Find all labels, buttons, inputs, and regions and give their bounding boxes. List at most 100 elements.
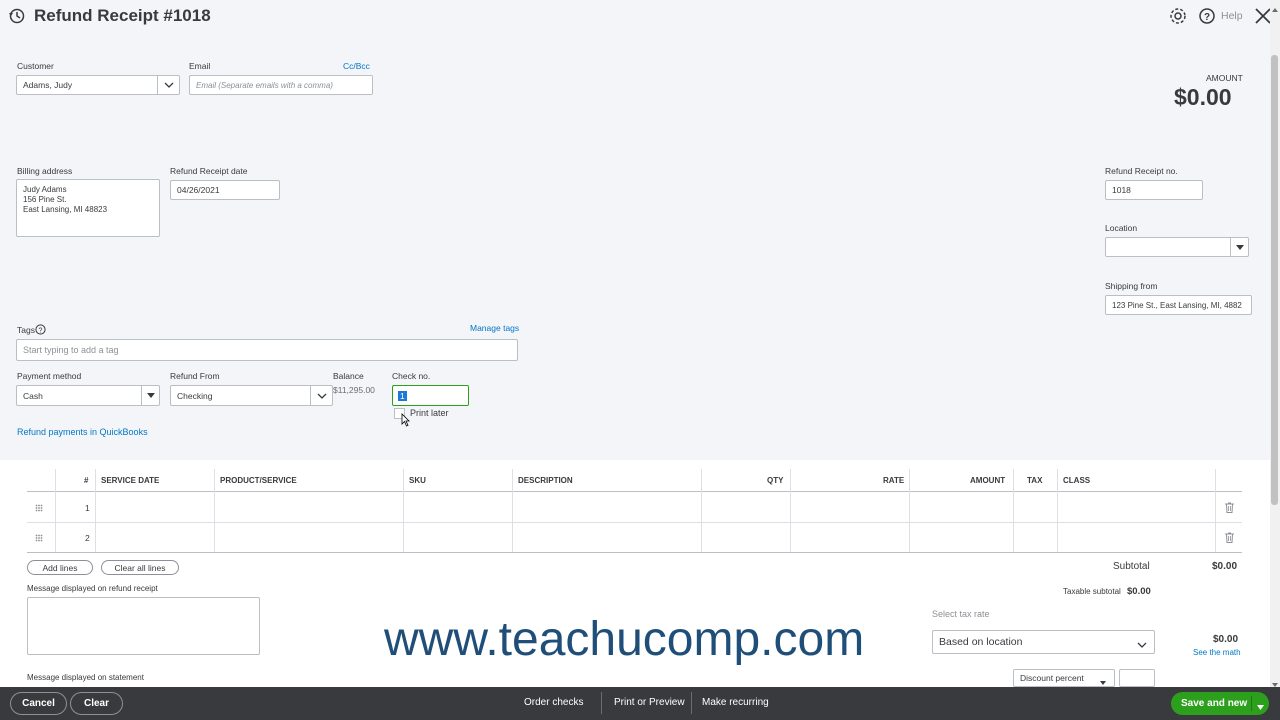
ccbcc-link[interactable]: Cc/Bcc	[343, 61, 370, 71]
save-options-divider	[1251, 696, 1252, 711]
refund-from-select[interactable]: Checking	[170, 385, 333, 406]
caret-down-icon[interactable]	[1100, 677, 1106, 687]
drag-handle-icon[interactable]	[35, 533, 43, 542]
receipt-no-value: 1018	[1112, 185, 1131, 195]
col-divider	[214, 469, 215, 552]
gear-icon[interactable]	[1169, 7, 1187, 25]
check-no-label: Check no.	[392, 371, 431, 381]
drag-handle-icon[interactable]	[35, 503, 43, 512]
save-and-new-label: Save and new	[1181, 698, 1248, 709]
statement-message-label: Message displayed on statement	[27, 673, 144, 682]
tags-label: Tags	[17, 325, 35, 335]
scroll-up-icon[interactable]	[1272, 3, 1278, 12]
payment-method-select[interactable]: Cash	[16, 385, 160, 406]
billing-label: Billing address	[17, 166, 73, 176]
location-label: Location	[1105, 223, 1138, 233]
scrollbar-thumb[interactable]	[1271, 55, 1278, 505]
scroll-down-icon[interactable]	[1272, 678, 1278, 687]
customer-select[interactable]: Adams, Judy	[16, 75, 180, 95]
billing-address-field[interactable]: Judy Adams 156 Pine St. East Lansing, MI…	[16, 179, 160, 237]
svg-text:?: ?	[1204, 12, 1210, 23]
receipt-no-label: Refund Receipt no.	[1105, 166, 1178, 176]
table-top-border	[27, 491, 1242, 492]
col-header-service-date: SERVICE DATE	[101, 476, 160, 485]
print-preview-link[interactable]: Print or Preview	[614, 697, 685, 708]
col-header-qty: QTY	[767, 476, 784, 485]
footer-divider	[691, 692, 692, 714]
receipt-message-label: Message displayed on refund receipt	[27, 584, 158, 593]
col-divider	[512, 469, 513, 552]
shipping-from-value: 123 Pine St., East Lansing, MI, 4882	[1112, 300, 1242, 310]
clear-button[interactable]: Clear	[70, 692, 123, 715]
receipt-date-field[interactable]: 04/26/2021	[170, 180, 280, 200]
check-no-field[interactable]: 1	[392, 385, 469, 406]
watermark-text: www.teachucomp.com	[384, 613, 865, 666]
clear-lines-button[interactable]: Clear all lines	[101, 560, 179, 575]
discount-type-value: Discount percent	[1020, 673, 1084, 683]
billing-line-1: Judy Adams	[23, 185, 67, 194]
receipt-message-field[interactable]	[27, 597, 260, 655]
tax-rate-select[interactable]: Based on location	[932, 630, 1155, 654]
help-icon[interactable]: ?	[1198, 7, 1216, 25]
receipt-date-value: 04/26/2021	[177, 185, 220, 195]
receipt-date-label: Refund Receipt date	[170, 166, 248, 176]
discount-value-field[interactable]	[1119, 669, 1155, 687]
subtotal-label: Subtotal	[1113, 561, 1150, 572]
caret-down-icon[interactable]	[1230, 238, 1248, 256]
balance-value: $11,295.00	[333, 385, 375, 395]
history-icon[interactable]	[8, 7, 26, 25]
help-label[interactable]: Help	[1221, 10, 1243, 22]
amount-value: $0.00	[1174, 84, 1232, 110]
add-lines-button[interactable]: Add lines	[27, 560, 93, 575]
col-divider	[1215, 469, 1216, 552]
row-number: 1	[85, 503, 90, 513]
see-math-link[interactable]: See the math	[1193, 648, 1241, 657]
chevron-down-icon[interactable]	[310, 386, 332, 405]
tags-help-icon[interactable]: ?	[35, 324, 46, 335]
billing-line-3: East Lansing, MI 48823	[23, 205, 108, 214]
col-header-description: DESCRIPTION	[518, 476, 573, 485]
shipping-from-label: Shipping from	[1105, 281, 1158, 291]
payment-method-value: Cash	[23, 390, 43, 401]
discount-type-select[interactable]: Discount percent	[1013, 669, 1115, 687]
table-row-border	[27, 522, 1242, 523]
tax-rate-label: Select tax rate	[932, 609, 990, 619]
refund-from-value: Checking	[177, 390, 213, 401]
location-select[interactable]	[1105, 237, 1249, 257]
amount-label: AMOUNT	[1206, 73, 1243, 83]
chevron-down-icon[interactable]	[1137, 639, 1147, 651]
col-divider	[403, 469, 404, 552]
cancel-button[interactable]: Cancel	[10, 692, 67, 715]
caret-down-icon[interactable]	[141, 386, 159, 405]
email-field[interactable]: Email (Separate emails with a comma)	[189, 75, 373, 95]
tags-placeholder: Start typing to add a tag	[23, 345, 119, 355]
col-header-rate: RATE	[883, 476, 905, 485]
customer-value: Adams, Judy	[23, 80, 73, 90]
trash-icon[interactable]	[1225, 502, 1234, 513]
order-checks-link[interactable]: Order checks	[524, 697, 583, 708]
col-header-num: #	[84, 476, 89, 485]
refund-payments-link[interactable]: Refund payments in QuickBooks	[17, 427, 148, 437]
shipping-from-field[interactable]: 123 Pine St., East Lansing, MI, 4882	[1105, 295, 1252, 315]
caret-down-icon[interactable]	[1257, 701, 1264, 713]
col-divider	[909, 469, 910, 552]
tags-input[interactable]: Start typing to add a tag	[16, 339, 518, 361]
save-and-new-button[interactable]: Save and new	[1171, 692, 1269, 715]
tax-amount-value: $0.00	[1213, 634, 1239, 645]
col-divider	[790, 469, 791, 552]
col-header-product: PRODUCT/SERVICE	[220, 476, 297, 485]
receipt-no-field[interactable]: 1018	[1105, 180, 1203, 200]
row-number: 2	[85, 533, 90, 543]
col-divider	[701, 469, 702, 552]
chevron-down-icon[interactable]	[157, 76, 179, 94]
manage-tags-link[interactable]: Manage tags	[470, 323, 519, 333]
print-later-label[interactable]: Print later	[410, 408, 449, 418]
svg-text:?: ?	[39, 327, 43, 334]
col-divider	[1013, 469, 1014, 552]
taxable-subtotal-value: $0.00	[1127, 586, 1151, 597]
make-recurring-link[interactable]: Make recurring	[702, 697, 769, 708]
footer-divider	[601, 692, 602, 714]
trash-icon[interactable]	[1225, 532, 1234, 543]
billing-line-2: 156 Pine St.	[23, 195, 67, 204]
col-header-sku: SKU	[409, 476, 426, 485]
